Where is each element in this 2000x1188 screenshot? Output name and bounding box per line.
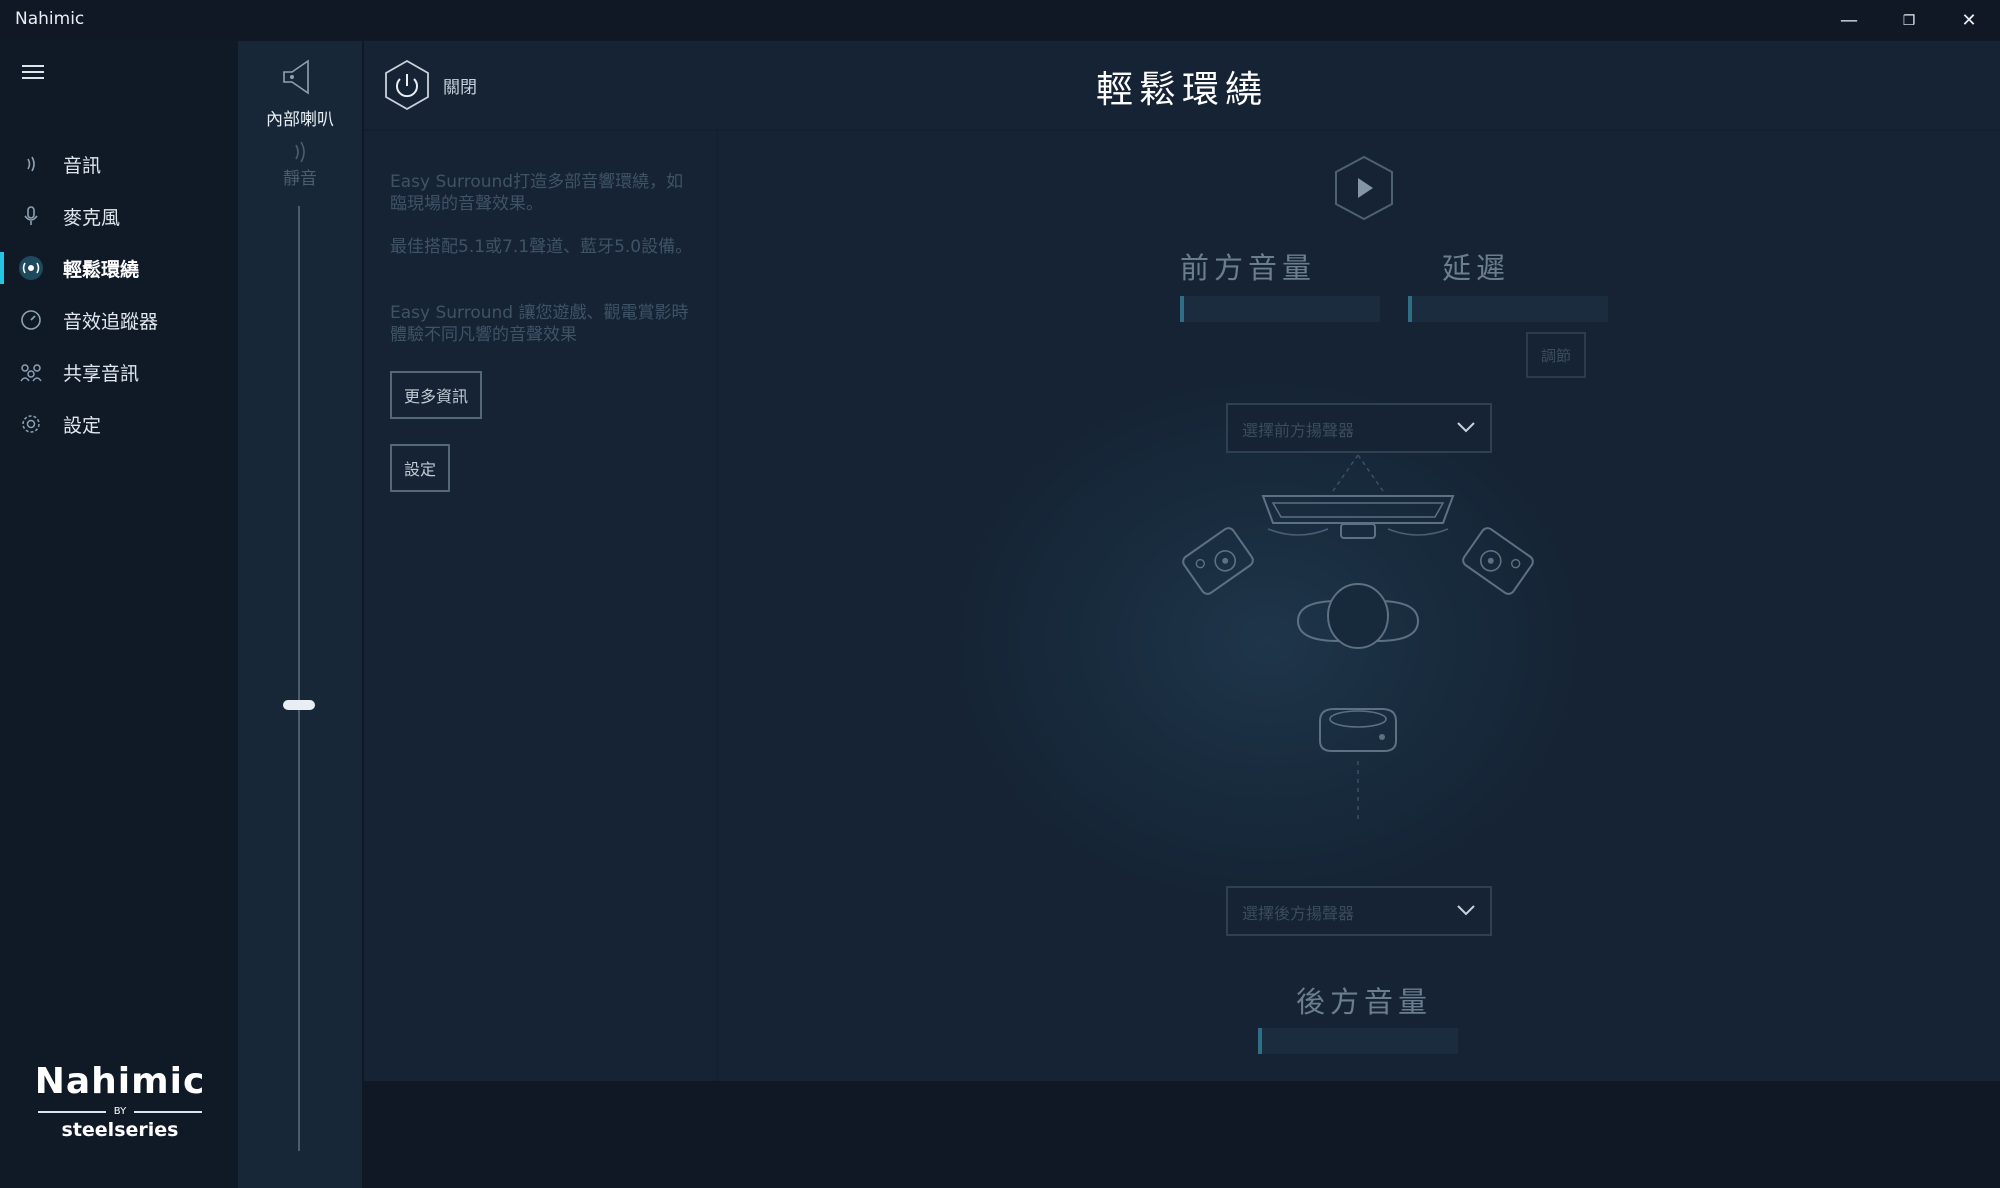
info-panel: Easy Surround打造多部音響環繞，如臨現場的音聲效果。 最佳搭配5.1… xyxy=(364,131,718,1081)
surround-illustration xyxy=(1182,454,1534,821)
more-info-button[interactable]: 更多資訊 xyxy=(390,371,483,419)
audio-wave-icon xyxy=(16,149,46,179)
logo-by: BY xyxy=(113,1106,127,1117)
window-title: Nahimic xyxy=(15,9,85,29)
sidebar-item-settings[interactable]: 設定 xyxy=(0,398,238,450)
close-icon: ✕ xyxy=(1961,10,1977,31)
minimize-icon: — xyxy=(1840,10,1858,31)
settings-button[interactable]: 設定 xyxy=(390,444,451,492)
right-speaker-icon xyxy=(1462,527,1534,595)
microphone-icon xyxy=(16,201,46,231)
sidebar-item-shared-audio[interactable]: 共享音訊 xyxy=(0,346,238,398)
info-paragraph-2: 最佳搭配5.1或7.1聲道、藍牙5.0設備。 xyxy=(390,237,693,257)
rear-speaker-select[interactable]: 選擇後方揚聲器 xyxy=(1226,886,1492,936)
front-speaker-placeholder: 選擇前方揚聲器 xyxy=(1242,421,1355,440)
device-panel: 內部喇叭 靜音 xyxy=(238,41,362,1188)
rear-volume-bar[interactable] xyxy=(1258,1028,1458,1054)
title-bar: Nahimic — ❐ ✕ xyxy=(0,0,2000,41)
play-icon xyxy=(1335,155,1393,221)
front-volume-bar[interactable] xyxy=(1180,296,1380,322)
minimize-button[interactable]: — xyxy=(1820,0,1878,41)
sidebar-item-label: 音效追蹤器 xyxy=(63,310,159,333)
speaker-label: 內部喇叭 xyxy=(266,110,334,130)
delay-label: 延遲 xyxy=(1442,251,1511,285)
speaker-icon[interactable] xyxy=(280,57,320,101)
rear-speaker-placeholder: 選擇後方揚聲器 xyxy=(1242,904,1355,923)
main-panel: 關閉 輕鬆環繞 Easy Surround打造多部音響環繞，如臨現場的音聲效果。… xyxy=(364,41,2000,1081)
tv-icon xyxy=(1261,495,1455,539)
delay-bar[interactable] xyxy=(1408,296,1608,322)
sidebar-item-label: 音訊 xyxy=(63,154,102,177)
restore-button[interactable]: ❐ xyxy=(1880,0,1938,41)
info-paragraph-3: Easy Surround 讓您遊戲、觀電賞影時體驗不同凡響的音聲效果 xyxy=(390,303,689,345)
nahimic-logo: Nahimic BY steelseries xyxy=(30,1061,210,1141)
rear-speaker-icon xyxy=(1319,708,1397,752)
close-button[interactable]: ✕ xyxy=(1940,0,1998,41)
surround-stage: 前方音量 延遲 調節 選擇前方揚聲器 選擇後方揚聲器 後方音量 xyxy=(718,131,2000,1081)
hamburger-menu-icon[interactable] xyxy=(22,65,44,81)
sidebar-item-label: 共享音訊 xyxy=(63,362,140,385)
front-speaker-select[interactable]: 選擇前方揚聲器 xyxy=(1226,403,1492,453)
sidebar-item-microphone[interactable]: 麥克風 xyxy=(0,190,238,242)
volume-slider-thumb[interactable] xyxy=(283,700,315,711)
sidebar-item-easy-surround[interactable]: 輕鬆環繞 xyxy=(0,242,238,294)
sidebar-item-label: 麥克風 xyxy=(63,206,121,229)
surround-icon xyxy=(16,253,46,283)
share-users-icon xyxy=(16,357,46,387)
chevron-down-icon xyxy=(1457,422,1475,433)
gear-icon xyxy=(16,409,46,439)
sidebar-item-label: 輕鬆環繞 xyxy=(63,258,140,281)
gauge-icon xyxy=(16,305,46,335)
restore-icon: ❐ xyxy=(1902,12,1916,29)
sidebar-item-sound-tracker[interactable]: 音效追蹤器 xyxy=(0,294,238,346)
listener-icon xyxy=(1296,583,1420,649)
logo-partner: steelseries xyxy=(61,1119,179,1141)
header-bar: 關閉 輕鬆環繞 xyxy=(364,41,2000,131)
left-speaker-icon xyxy=(1182,527,1254,595)
logo-brand: Nahimic xyxy=(34,1061,206,1102)
volume-slider-track[interactable] xyxy=(298,206,300,1151)
adjust-button[interactable]: 調節 xyxy=(1526,332,1586,378)
footer-area xyxy=(364,1081,2000,1188)
sidebar: 音訊 麥克風 輕鬆環繞 音效追蹤器 共享音訊 設定 Nahimic BY ste… xyxy=(0,41,238,1188)
play-button[interactable] xyxy=(1333,155,1395,225)
mute-label: 靜音 xyxy=(283,169,317,189)
front-volume-label: 前方音量 xyxy=(1180,251,1317,285)
chevron-down-icon xyxy=(1457,905,1475,916)
rear-volume-label: 後方音量 xyxy=(1296,985,1433,1019)
sidebar-item-audio[interactable]: 音訊 xyxy=(0,138,238,190)
page-title: 輕鬆環繞 xyxy=(1096,68,1268,111)
sidebar-item-label: 設定 xyxy=(63,414,102,437)
info-paragraph-1: Easy Surround打造多部音響環繞，如臨現場的音聲效果。 xyxy=(390,172,684,214)
